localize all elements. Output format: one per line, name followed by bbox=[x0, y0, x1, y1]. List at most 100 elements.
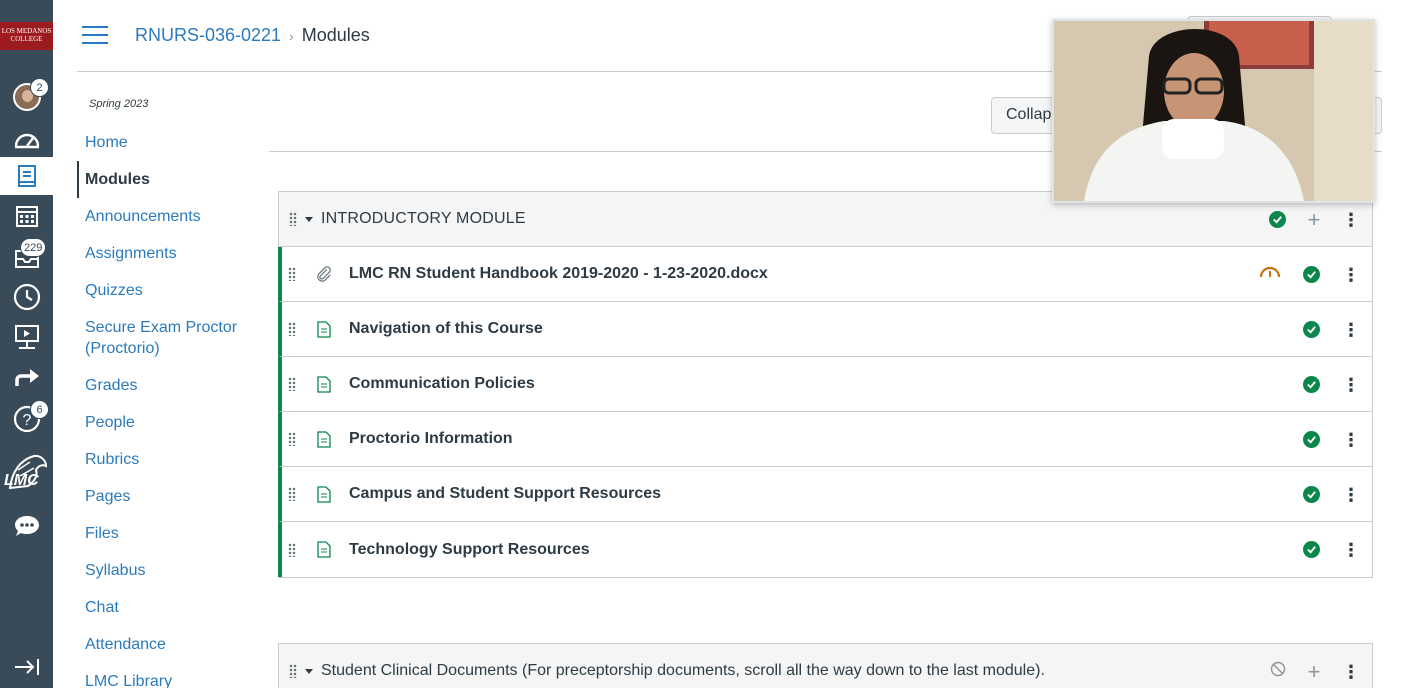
attachment-icon bbox=[316, 265, 332, 283]
module-options-icon[interactable]: ⋮ bbox=[1342, 211, 1360, 229]
calendar-icon bbox=[15, 206, 38, 227]
dashboard-icon bbox=[14, 133, 39, 149]
clock-icon bbox=[13, 283, 40, 311]
course-nav-rubrics[interactable]: Rubrics bbox=[77, 441, 257, 478]
course-nav-proctorio[interactable]: Secure Exam Proctor (Proctorio) bbox=[77, 309, 257, 367]
add-item-icon[interactable]: + bbox=[1304, 208, 1324, 231]
history-nav-item[interactable] bbox=[0, 278, 53, 316]
page-icon bbox=[316, 430, 332, 448]
item-options-icon[interactable]: ⋮ bbox=[1342, 321, 1360, 339]
dashboard-nav-item[interactable] bbox=[0, 120, 53, 158]
breadcrumb-separator: › bbox=[289, 27, 294, 44]
webcam-image bbox=[1054, 21, 1373, 201]
breadcrumb-course-link[interactable]: RNURS-036-0221 bbox=[135, 25, 281, 46]
studio-icon bbox=[14, 325, 39, 349]
course-nav-lmc-library[interactable]: LMC Library bbox=[77, 663, 257, 688]
module-item[interactable]: Proctorio Information ⋮ bbox=[278, 412, 1372, 467]
drag-handle-icon[interactable] bbox=[288, 322, 296, 336]
help-nav-item[interactable]: ? 6 bbox=[0, 400, 53, 438]
published-check-icon[interactable] bbox=[1303, 541, 1320, 558]
drag-handle-icon[interactable] bbox=[288, 377, 296, 391]
account-badge: 2 bbox=[30, 78, 49, 97]
video-overlay[interactable] bbox=[1052, 19, 1375, 203]
courses-nav-item[interactable] bbox=[0, 157, 53, 195]
module-header[interactable]: Student Clinical Documents (For precepto… bbox=[279, 644, 1372, 688]
drag-handle-icon[interactable] bbox=[288, 267, 296, 281]
help-badge: 6 bbox=[30, 400, 49, 419]
module-item[interactable]: Communication Policies ⋮ bbox=[278, 357, 1372, 412]
published-check-icon[interactable] bbox=[1303, 266, 1320, 283]
course-nav-modules[interactable]: Modules bbox=[77, 161, 257, 198]
drag-handle-icon[interactable] bbox=[288, 487, 296, 501]
page-icon bbox=[316, 320, 332, 338]
course-nav: Home Modules Announcements Assignments Q… bbox=[77, 124, 257, 688]
drag-handle-icon[interactable] bbox=[289, 212, 297, 226]
drag-handle-icon[interactable] bbox=[288, 432, 296, 446]
module-item[interactable]: Technology Support Resources ⋮ bbox=[278, 522, 1372, 577]
account-nav-item[interactable]: 2 bbox=[0, 78, 53, 116]
college-logo[interactable]: LOS MEDANOS COLLEGE bbox=[0, 22, 53, 50]
lmc-logo-nav-item[interactable]: LMC bbox=[0, 450, 53, 494]
inbox-nav-item[interactable]: 229 bbox=[0, 238, 53, 276]
module-title: INTRODUCTORY MODULE bbox=[321, 210, 526, 227]
module-item[interactable]: Navigation of this Course ⋮ bbox=[278, 302, 1372, 357]
item-options-icon[interactable]: ⋮ bbox=[1342, 376, 1360, 394]
calendar-nav-item[interactable] bbox=[0, 197, 53, 235]
course-nav-people[interactable]: People bbox=[77, 404, 257, 441]
module-item-title[interactable]: Campus and Student Support Resources bbox=[349, 485, 661, 503]
drag-handle-icon[interactable] bbox=[288, 542, 296, 557]
caret-down-icon[interactable] bbox=[305, 668, 313, 674]
published-check-icon[interactable] bbox=[1303, 376, 1320, 393]
redirect-nav-item[interactable] bbox=[0, 359, 53, 397]
course-nav-attendance[interactable]: Attendance bbox=[77, 626, 257, 663]
item-options-icon[interactable]: ⋮ bbox=[1342, 431, 1360, 449]
collapse-nav-button[interactable] bbox=[0, 648, 53, 686]
published-check-icon[interactable] bbox=[1303, 321, 1320, 338]
item-options-icon[interactable]: ⋮ bbox=[1342, 486, 1360, 504]
module-item[interactable]: Campus and Student Support Resources ⋮ bbox=[278, 467, 1372, 522]
course-menu-toggle[interactable] bbox=[82, 26, 108, 46]
collapse-nav-icon bbox=[14, 659, 39, 675]
page-icon bbox=[316, 541, 332, 559]
drag-handle-icon[interactable] bbox=[289, 664, 297, 678]
lmc-logo-text: LMC bbox=[4, 472, 39, 489]
published-check-icon[interactable] bbox=[1269, 211, 1286, 228]
course-nav-syllabus[interactable]: Syllabus bbox=[77, 552, 257, 589]
hamburger-icon bbox=[82, 26, 108, 28]
studio-nav-item[interactable] bbox=[0, 318, 53, 356]
unpublished-icon[interactable] bbox=[1270, 661, 1286, 682]
course-nav-assignments[interactable]: Assignments bbox=[77, 235, 257, 272]
page-icon bbox=[316, 485, 332, 503]
course-nav-quizzes[interactable]: Quizzes bbox=[77, 272, 257, 309]
module-item-title[interactable]: Technology Support Resources bbox=[349, 541, 590, 559]
module-item[interactable]: LMC RN Student Handbook 2019-2020 - 1-23… bbox=[278, 247, 1372, 302]
caret-down-icon[interactable] bbox=[305, 216, 313, 222]
arrow-right-icon bbox=[14, 369, 39, 386]
svg-text:?: ? bbox=[22, 412, 31, 429]
course-nav-chat[interactable]: Chat bbox=[77, 589, 257, 626]
module-student-clinical-documents: Student Clinical Documents (For precepto… bbox=[278, 643, 1373, 688]
item-options-icon[interactable]: ⋮ bbox=[1342, 266, 1360, 284]
module-title: Student Clinical Documents (For precepto… bbox=[321, 662, 1045, 679]
term-label: Spring 2023 bbox=[89, 98, 149, 110]
module-item-title[interactable]: LMC RN Student Handbook 2019-2020 - 1-23… bbox=[349, 265, 768, 283]
course-nav-announcements[interactable]: Announcements bbox=[77, 198, 257, 235]
course-nav-pages[interactable]: Pages bbox=[77, 478, 257, 515]
module-item-title[interactable]: Communication Policies bbox=[349, 375, 535, 393]
global-nav: LOS MEDANOS COLLEGE 2 229 ? 6 LMC bbox=[0, 0, 53, 688]
course-nav-files[interactable]: Files bbox=[77, 515, 257, 552]
module-options-icon[interactable]: ⋮ bbox=[1342, 663, 1360, 681]
published-check-icon[interactable] bbox=[1303, 486, 1320, 503]
chat-nav-item[interactable] bbox=[0, 507, 53, 545]
course-nav-grades[interactable]: Grades bbox=[77, 367, 257, 404]
course-nav-home[interactable]: Home bbox=[77, 124, 257, 161]
inbox-badge: 229 bbox=[20, 238, 47, 257]
gauge-icon bbox=[1259, 265, 1281, 284]
published-check-icon[interactable] bbox=[1303, 431, 1320, 448]
chat-bubble-icon bbox=[14, 516, 39, 536]
module-item-title[interactable]: Navigation of this Course bbox=[349, 320, 543, 338]
add-item-icon[interactable]: + bbox=[1304, 660, 1324, 683]
item-options-icon[interactable]: ⋮ bbox=[1342, 541, 1360, 559]
courses-icon bbox=[17, 165, 36, 187]
module-item-title[interactable]: Proctorio Information bbox=[349, 430, 513, 448]
